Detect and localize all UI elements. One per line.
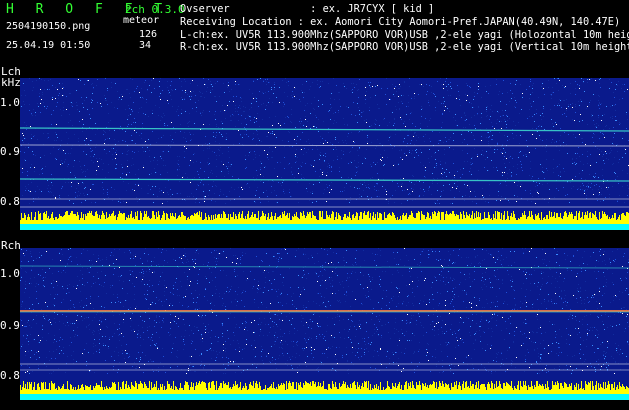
rch-ytick-2: 0.9	[0, 319, 20, 332]
rch-spectrogram	[20, 248, 629, 400]
rch-info-line: R-ch:ex. UV5R 113.900Mhz(SAPPORO VOR)USB…	[180, 41, 629, 53]
lch-spectrogram-canvas	[20, 78, 629, 230]
rch-ytick-1: 1.0	[0, 267, 20, 280]
observer-line: Ovserver : ex. JR7CYX [ kid ]	[180, 3, 435, 15]
mode-label: 2ch 0.3.0	[125, 3, 185, 16]
file-name: 2504190150.png	[6, 21, 91, 32]
lch-ytick-2: 0.9	[0, 145, 20, 158]
lch-spectrogram	[20, 78, 629, 230]
meteor-label: meteor	[123, 15, 160, 26]
rch-ytick-3: 0.8	[0, 369, 20, 382]
lch-ytick-1: 1.0	[0, 96, 20, 109]
rch-spectrogram-canvas	[20, 248, 629, 400]
lch-ytick-3: 0.8	[0, 195, 20, 208]
activity-base	[20, 224, 629, 230]
rch-meteor-count: 34	[139, 40, 152, 51]
location-line: Receiving Location : ex. Aomori City Aom…	[180, 16, 621, 28]
datetime: 25.04.19 01:50	[6, 40, 91, 51]
activity-base	[20, 394, 629, 400]
spectrogram-bg	[20, 248, 629, 400]
lch-info-line: L-ch:ex. UV5R 113.900Mhz(SAPPORO VOR)USB…	[180, 29, 629, 41]
rch-label: Rch	[1, 239, 21, 252]
lch-meteor-count: 126	[139, 29, 158, 40]
lch-unit: kHz	[1, 76, 21, 89]
